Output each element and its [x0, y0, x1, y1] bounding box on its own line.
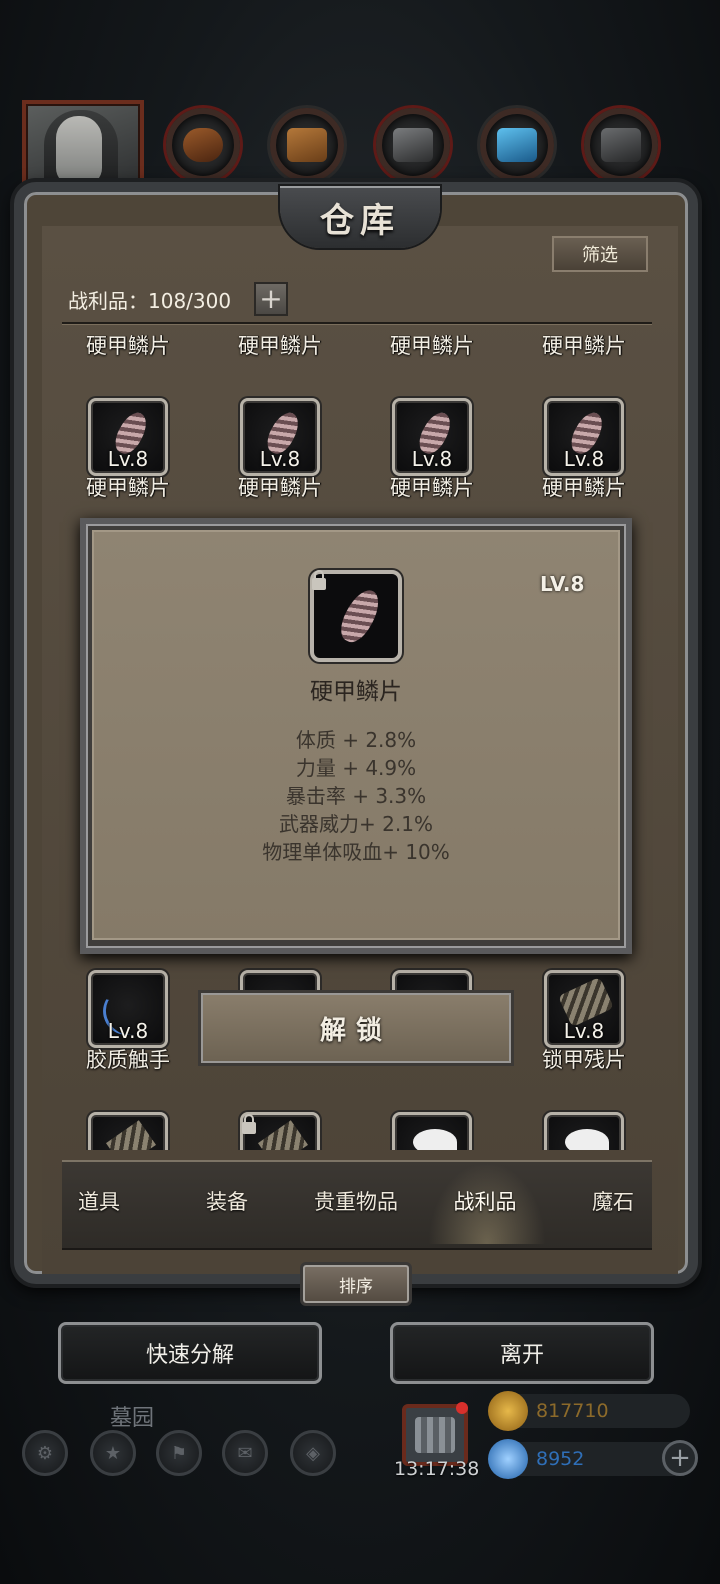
item-slot[interactable]: Lv.8 [88, 970, 168, 1048]
chain-fragment-icon [258, 1120, 308, 1150]
plus-icon: + [259, 282, 283, 315]
lock-icon [242, 1114, 256, 1134]
item-slot[interactable] [544, 1112, 624, 1150]
item-label: 硬甲鳞片 [86, 334, 170, 358]
item-detail-name: 硬甲鳞片 [310, 679, 402, 705]
item-level: Lv.8 [107, 447, 149, 471]
crystal-icon [497, 128, 537, 162]
shop-icon: ◈ [306, 1442, 320, 1464]
gem-currency: 8952 [488, 1439, 690, 1479]
item-slot[interactable]: Lv.8 [88, 398, 168, 476]
hud-skills-button[interactable]: ★ [90, 1430, 136, 1476]
unlock-button[interactable]: 解锁 [198, 990, 514, 1066]
loot-count: 战利品：108/300 [68, 288, 232, 313]
boots-icon [183, 128, 223, 162]
hud-guild-button[interactable]: ⚑ [156, 1430, 202, 1476]
tab-magic-stones[interactable]: 魔石 [554, 1186, 672, 1216]
item-level: Lv.8 [107, 1019, 149, 1043]
item-stat: 武器威力+ 2.1% [279, 812, 433, 836]
item-level: Lv.8 [411, 447, 453, 471]
item-label: 硬甲鳞片 [238, 334, 322, 358]
gauntlet-icon [601, 128, 641, 162]
tab-loot[interactable]: 战利品 [426, 1186, 544, 1216]
item-stat: 力量 + 4.9% [295, 756, 417, 780]
hud-shop-button[interactable]: ◈ [290, 1430, 336, 1476]
item-label: 硬甲鳞片 [542, 476, 626, 500]
item-label: 硬甲鳞片 [390, 334, 474, 358]
gift-button[interactable] [402, 1404, 468, 1466]
item-slot[interactable]: Lv.8 [392, 398, 472, 476]
gold-amount: 817710 [536, 1400, 609, 1422]
leave-button[interactable]: 离开 [390, 1322, 654, 1384]
cloak-icon [287, 128, 327, 162]
item-label: 硬甲鳞片 [542, 334, 626, 358]
clock: 13:17:38 [394, 1458, 480, 1480]
title-plate: 仓库 [280, 186, 440, 248]
item-level: Lv.8 [259, 447, 301, 471]
gem-amount: 8952 [536, 1448, 585, 1470]
plus-icon: + [669, 1443, 691, 1473]
gold-coin-icon [488, 1391, 528, 1431]
filter-button[interactable]: 筛选 [552, 236, 648, 272]
tab-items[interactable]: 道具 [40, 1186, 158, 1216]
quick-decompose-button[interactable]: 快速分解 [58, 1322, 322, 1384]
category-armor-button[interactable] [376, 108, 450, 182]
item-detail-level: LV.8 [540, 572, 585, 596]
tab-valuables[interactable]: 贵重物品 [297, 1186, 415, 1216]
armor-scale-icon [334, 584, 386, 648]
tab-equipment[interactable]: 装备 [168, 1186, 286, 1216]
item-label: 硬甲鳞片 [238, 476, 322, 500]
banner-icon: ⚑ [170, 1442, 188, 1464]
gift-icon [415, 1417, 455, 1453]
buy-gems-button[interactable]: + [662, 1440, 698, 1476]
map-name: 墓园 [110, 1406, 155, 1431]
lock-icon [312, 570, 326, 590]
item-label: 胶质触手 [86, 1048, 170, 1072]
gem-icon [488, 1439, 528, 1479]
category-cloak-button[interactable] [270, 108, 344, 182]
category-boots-button[interactable] [166, 108, 240, 182]
mail-icon: ✉ [237, 1442, 253, 1464]
item-label: 硬甲鳞片 [86, 476, 170, 500]
wing-icon [413, 1129, 457, 1150]
sort-button[interactable]: 排序 [300, 1262, 412, 1306]
chain-fragment-icon [106, 1120, 156, 1150]
gear-icon: ⚙ [36, 1442, 54, 1464]
category-crystal-button[interactable] [480, 108, 554, 182]
item-level: Lv.8 [563, 1019, 605, 1043]
item-slot[interactable]: Lv.8 [544, 970, 624, 1048]
item-stat: 暴击率 + 3.3% [285, 784, 427, 808]
item-label: 锁甲残片 [542, 1048, 626, 1072]
category-gauntlet-button[interactable] [584, 108, 658, 182]
item-level: Lv.8 [563, 447, 605, 471]
armor-plate-icon [393, 128, 433, 162]
notification-dot [456, 1402, 468, 1414]
expand-capacity-button[interactable]: + [254, 282, 288, 316]
item-stat: 体质 + 2.8% [295, 728, 417, 752]
item-slot[interactable]: Lv.8 [544, 398, 624, 476]
item-slot[interactable] [392, 1112, 472, 1150]
gold-currency: 817710 [488, 1391, 690, 1431]
item-slot[interactable]: Lv.8 [240, 398, 320, 476]
item-label: 硬甲鳞片 [390, 476, 474, 500]
page-title: 仓库 [320, 200, 400, 241]
hud-mail-button[interactable]: ✉ [222, 1430, 268, 1476]
item-slot[interactable] [88, 1112, 168, 1150]
item-stat: 物理单体吸血+ 10% [262, 840, 450, 864]
wing-icon [565, 1129, 609, 1150]
star-icon: ★ [104, 1442, 122, 1464]
hud-settings-button[interactable]: ⚙ [22, 1430, 68, 1476]
